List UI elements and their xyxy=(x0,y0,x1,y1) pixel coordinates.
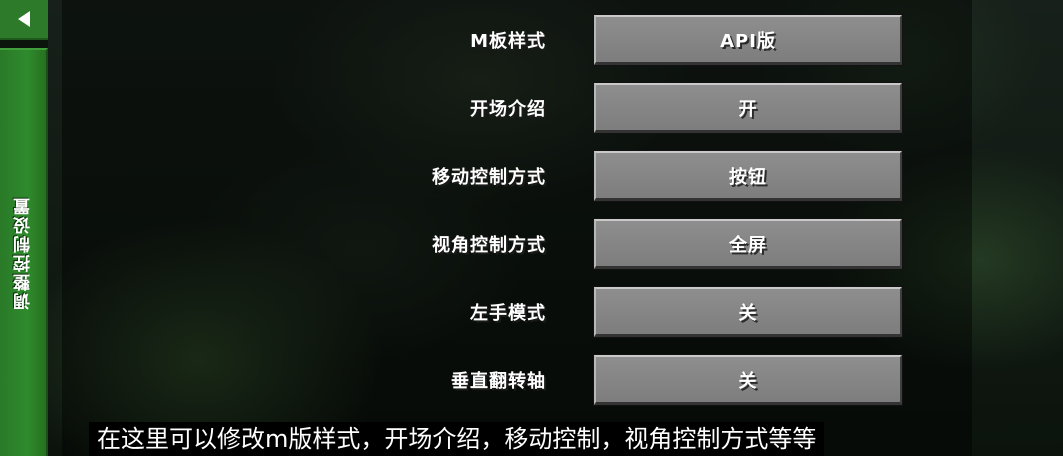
move-control-button[interactable]: 按钮 xyxy=(593,150,903,202)
setting-label: 左手模式 xyxy=(470,303,546,324)
setting-label: 垂直翻转轴 xyxy=(451,371,546,392)
setting-row-move-control: 移动控制方式 按钮 xyxy=(0,150,1063,202)
game-screen: 调整控制设置 M板样式 API版 开场介绍 开 移动控制方式 按钮 视角控制方式… xyxy=(0,0,1063,456)
m-board-style-button[interactable]: API版 xyxy=(593,14,903,66)
setting-row-left-hand: 左手模式 关 xyxy=(0,286,1063,338)
intro-toggle-button[interactable]: 开 xyxy=(593,82,903,134)
view-control-button[interactable]: 全屏 xyxy=(593,218,903,270)
invert-y-toggle-button[interactable]: 关 xyxy=(593,354,903,406)
left-hand-toggle-button[interactable]: 关 xyxy=(593,286,903,338)
setting-label: 移动控制方式 xyxy=(432,167,546,188)
setting-row-intro: 开场介绍 开 xyxy=(0,82,1063,134)
setting-row-m-board-style: M板样式 API版 xyxy=(0,14,1063,66)
setting-row-view-control: 视角控制方式 全屏 xyxy=(0,218,1063,270)
video-subtitle: 在这里可以修改m版样式，开场介绍，移动控制，视角控制方式等等 xyxy=(89,422,825,456)
setting-label: 视角控制方式 xyxy=(432,235,546,256)
setting-label: 开场介绍 xyxy=(470,99,546,120)
setting-label: M板样式 xyxy=(470,31,546,52)
setting-row-invert-y: 垂直翻转轴 关 xyxy=(0,354,1063,406)
